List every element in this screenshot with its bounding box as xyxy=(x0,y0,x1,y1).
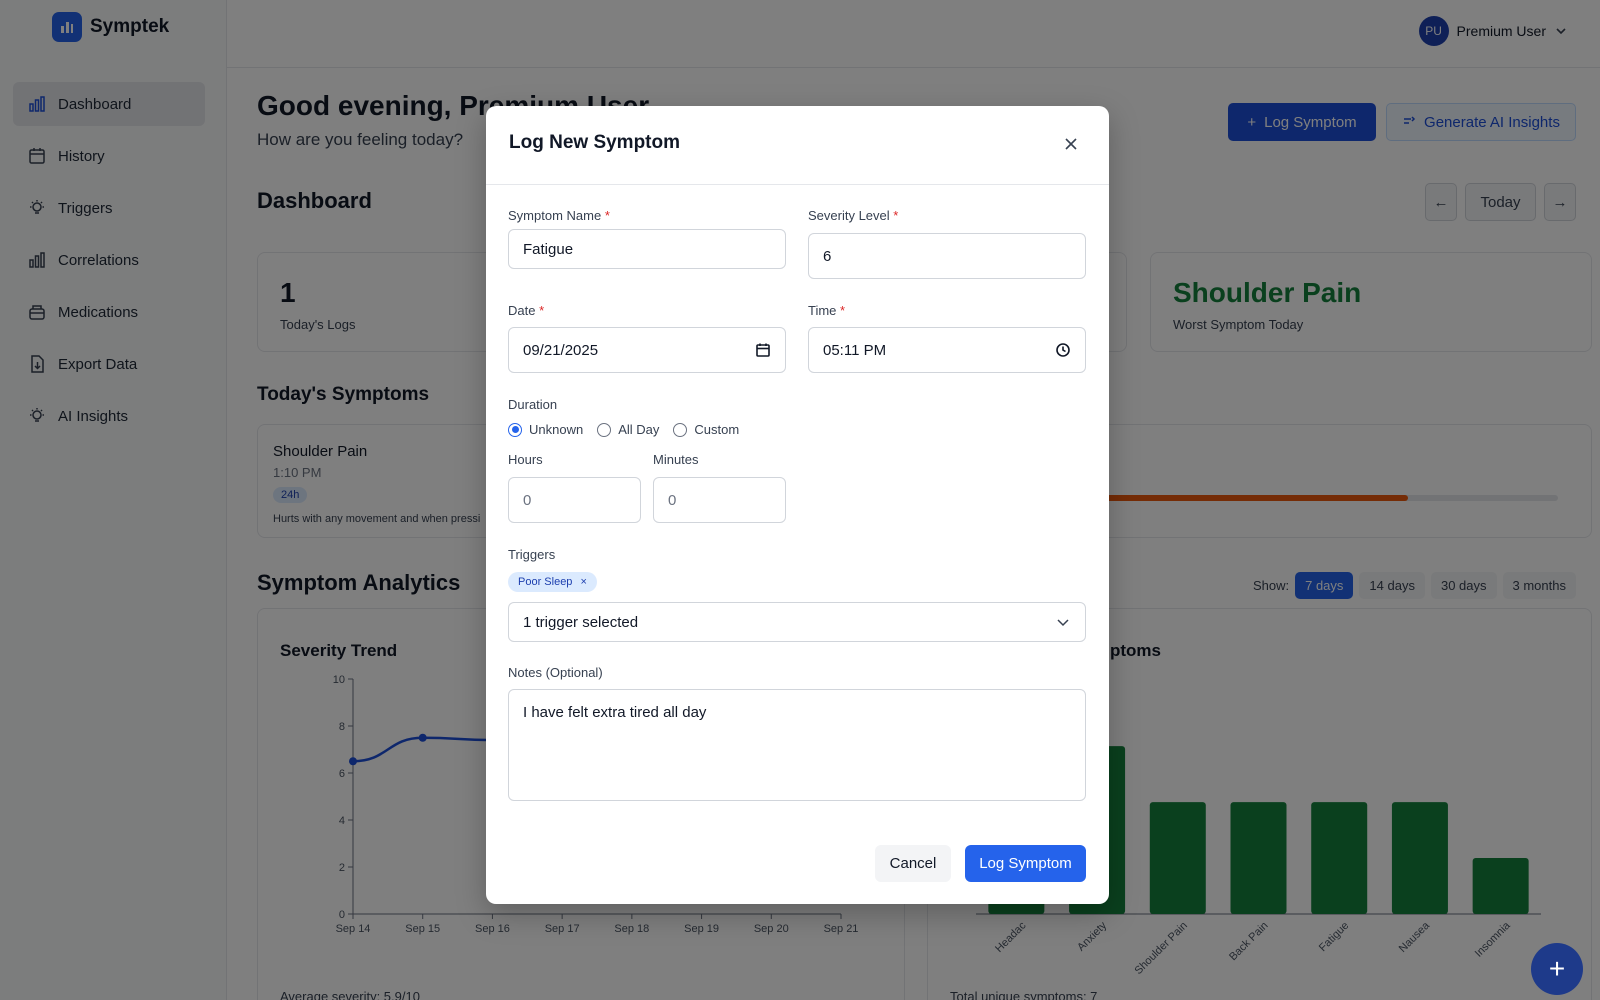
radio-unchecked-icon xyxy=(597,422,612,437)
time-value: 05:11 PM xyxy=(823,341,887,359)
hours-label: Hours xyxy=(508,452,543,467)
radio-label: Unknown xyxy=(529,422,584,437)
submit-log-symptom-button[interactable]: Log Symptom xyxy=(965,845,1086,882)
duration-all-day-radio[interactable]: All Day xyxy=(597,422,659,437)
date-label: Date * xyxy=(508,303,545,318)
chevron-down-icon xyxy=(1057,619,1069,627)
calendar-icon xyxy=(756,343,770,357)
symptom-name-label: Symptom Name * xyxy=(508,208,610,223)
time-input[interactable]: 05:11 PM xyxy=(808,327,1086,373)
trigger-chip-label: Poor Sleep xyxy=(518,576,573,588)
duration-label: Duration xyxy=(508,397,558,412)
duration-unknown-radio[interactable]: Unknown xyxy=(508,422,583,437)
duration-custom-radio[interactable]: Custom xyxy=(673,422,739,437)
radio-unchecked-icon xyxy=(673,422,688,437)
minutes-input[interactable]: 0 xyxy=(653,477,786,523)
triggers-label: Triggers xyxy=(508,547,556,562)
cancel-button[interactable]: Cancel xyxy=(875,845,951,882)
duration-radio-group: Unknown All Day Custom xyxy=(508,422,739,437)
symptom-name-input[interactable]: Fatigue xyxy=(508,229,786,269)
minutes-label: Minutes xyxy=(653,452,699,467)
time-label: Time * xyxy=(808,303,846,318)
triggers-select-value: 1 trigger selected xyxy=(523,613,639,631)
radio-checked-icon xyxy=(508,422,522,437)
floating-add-button[interactable]: + xyxy=(1531,943,1583,995)
triggers-select[interactable]: 1 trigger selected xyxy=(508,602,1086,642)
notes-textarea[interactable]: I have felt extra tired all day xyxy=(508,689,1086,801)
radio-label: All Day xyxy=(618,422,660,437)
radio-label: Custom xyxy=(694,422,740,437)
trigger-chip: Poor Sleep × xyxy=(508,572,597,592)
close-button[interactable] xyxy=(1059,132,1083,156)
notes-label: Notes (Optional) xyxy=(508,665,603,680)
severity-level-label: Severity Level * xyxy=(808,208,899,223)
remove-chip-icon[interactable]: × xyxy=(580,576,586,588)
date-input[interactable]: 09/21/2025 xyxy=(508,327,786,373)
log-symptom-modal: Log New Symptom Symptom Name * Fatigue S… xyxy=(486,106,1109,904)
clock-icon xyxy=(1056,343,1070,357)
close-icon xyxy=(1065,138,1077,150)
hours-input[interactable]: 0 xyxy=(508,477,641,523)
modal-header: Log New Symptom xyxy=(486,106,1109,185)
modal-title: Log New Symptom xyxy=(509,132,681,153)
severity-level-input[interactable]: 6 xyxy=(808,233,1086,279)
date-value: 09/21/2025 xyxy=(523,341,599,359)
